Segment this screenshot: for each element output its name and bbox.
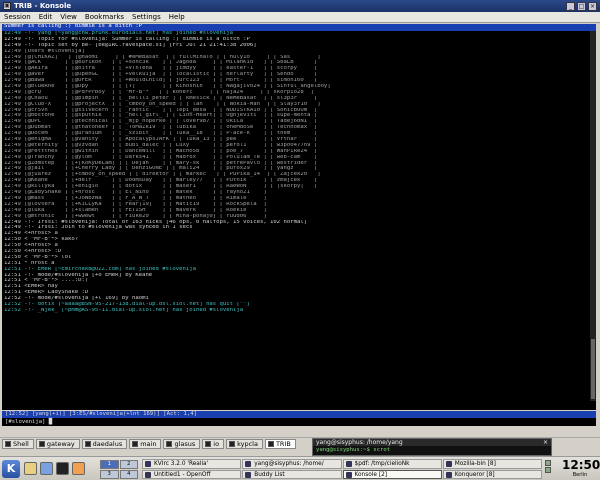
tab-label: main xyxy=(140,439,157,448)
tab-label: glasus xyxy=(174,439,196,448)
konsole-icon[interactable]: ▣ xyxy=(3,2,11,10)
menu-bookmarks[interactable]: Bookmarks xyxy=(85,13,124,21)
tab-label: TRIB xyxy=(275,439,291,448)
terminal-icon xyxy=(229,440,236,447)
window-titlebar[interactable]: ▣ TRIB - Konsole _ □ × xyxy=(0,0,600,12)
popup-close-icon[interactable]: × xyxy=(543,439,548,446)
chat-line: 12:52 -!- _Njek_ [~pmm@AS-95-11.dial-up.… xyxy=(4,307,244,313)
menu-session[interactable]: Session xyxy=(4,13,31,21)
taskbar-task[interactable]: Konqueror [8] xyxy=(442,469,542,479)
taskbar-task[interactable]: $pdf: /tmp/cielioNk xyxy=(342,459,442,469)
menu-view[interactable]: View xyxy=(60,13,77,21)
system-tray xyxy=(545,459,559,479)
popup-title: yang@sisyphus: /home/yang xyxy=(316,439,403,446)
irssi-input-line[interactable]: [#slovenija] █ xyxy=(2,418,596,426)
terminal-launcher-icon[interactable] xyxy=(56,462,69,475)
kmenu-button[interactable]: K xyxy=(2,460,20,478)
tab-label: gateway xyxy=(46,439,75,448)
menu-help[interactable]: Help xyxy=(169,13,185,21)
desktop-4[interactable]: 4 xyxy=(119,470,138,479)
input-prompt: [#slovenija] xyxy=(5,419,49,425)
popup-content: yang@sisyphus:~$ scrot xyxy=(316,447,391,453)
taskbar-task[interactable]: Buddy List xyxy=(242,469,342,479)
terminal-scrollbar[interactable] xyxy=(590,31,596,401)
terminal-icon xyxy=(84,440,91,447)
konqueror-icon[interactable] xyxy=(40,462,53,475)
desktop-pager: 1234 xyxy=(100,460,138,479)
clock-time: 12:50 xyxy=(562,458,600,472)
tab-gateway[interactable]: gateway xyxy=(35,438,80,449)
taskbar-task[interactable]: Konsole [2] xyxy=(342,469,442,479)
channel-topic: Summer is calling :) dimmie is a bitch :… xyxy=(2,24,596,31)
terminal-area[interactable]: Summer is calling :) dimmie is a bitch :… xyxy=(2,24,596,410)
tab-trib[interactable]: TRIB xyxy=(264,438,296,449)
close-icon[interactable]: × xyxy=(588,1,597,11)
tab-label: daedalus xyxy=(92,439,123,448)
window-title: TRIB - Konsole xyxy=(14,2,72,10)
tab-glasus[interactable]: glasus xyxy=(163,438,201,449)
desktop-1[interactable]: 1 xyxy=(100,460,119,469)
tab-main[interactable]: main xyxy=(129,438,162,449)
terminal-icon xyxy=(267,440,274,447)
minimize-icon[interactable]: _ xyxy=(566,1,575,11)
tab-daedalus[interactable]: daedalus xyxy=(81,438,128,449)
taskbar-task[interactable]: yang@sisyphus: /home/ xyxy=(242,459,342,469)
irssi-status-line: [12:52] [yang(+i)] [3:ES/#slovenija(+lnt… xyxy=(2,411,596,418)
kde-taskbar: K 1234 KVIrc 3.2.0 'Realia' yang@sisyphus… xyxy=(0,456,600,480)
scrollbar-thumb[interactable] xyxy=(591,339,595,399)
tray-volume-icon[interactable] xyxy=(545,467,551,473)
tab-kypcla[interactable]: kypcla xyxy=(226,438,263,449)
desktop-2[interactable]: 2 xyxy=(119,460,138,469)
taskbar-task[interactable]: Mozilla-bin [8] xyxy=(442,459,542,469)
clock[interactable]: 12:50 Berlin xyxy=(562,458,600,479)
terminal-icon xyxy=(205,440,212,447)
taskbar-task[interactable]: KVIrc 3.2.0 'Realia' xyxy=(142,459,242,469)
tab-label: Shell xyxy=(13,439,29,448)
tab-label: io xyxy=(213,439,220,448)
firefox-icon[interactable] xyxy=(72,462,85,475)
terminal-popup-window[interactable]: yang@sisyphus: /home/yang × yang@sisyphu… xyxy=(312,438,552,456)
menu-edit[interactable]: Edit xyxy=(39,13,53,21)
tab-io[interactable]: io xyxy=(202,438,225,449)
terminal-icon xyxy=(5,440,11,447)
tab-shell[interactable]: Shell xyxy=(2,438,34,449)
home-folder-icon[interactable] xyxy=(24,462,37,475)
terminal-icon xyxy=(132,440,139,447)
task-list: KVIrc 3.2.0 'Realia' yang@sisyphus: /home… xyxy=(142,459,542,479)
tab-label: kypcla xyxy=(237,439,258,448)
menu-bar: Session Edit View Bookmarks Settings Hel… xyxy=(0,12,600,23)
clock-date: Berlin xyxy=(572,472,588,478)
chat-log: 12:49 -!- yang [~yang@cnw.prunk.eurodial… xyxy=(2,31,596,314)
maximize-icon[interactable]: □ xyxy=(577,1,586,11)
text-cursor: █ xyxy=(48,419,53,425)
tray-network-icon[interactable] xyxy=(545,460,551,466)
popup-titlebar[interactable]: yang@sisyphus: /home/yang × xyxy=(313,439,551,446)
menu-settings[interactable]: Settings xyxy=(132,13,161,21)
desktop-3[interactable]: 3 xyxy=(100,470,119,479)
terminal-icon xyxy=(38,440,45,447)
terminal-icon xyxy=(166,440,173,447)
taskbar-task[interactable]: Untitled1 - OpenOff xyxy=(142,469,242,479)
